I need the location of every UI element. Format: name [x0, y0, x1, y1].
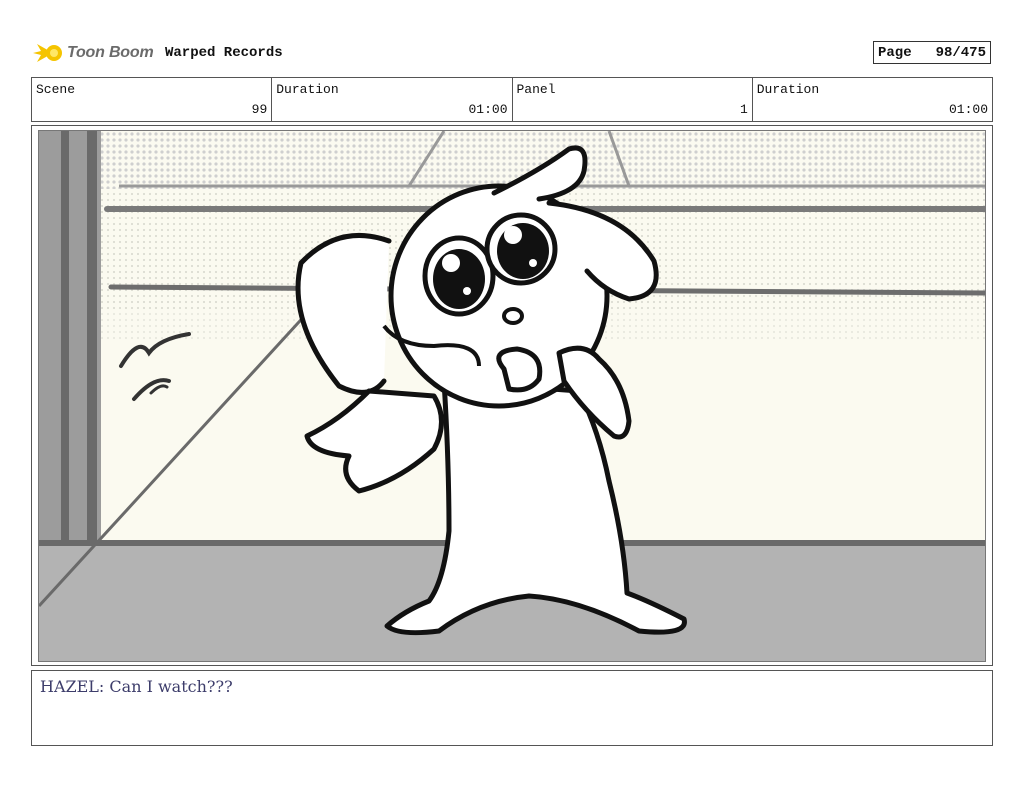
hazel-mouth	[502, 307, 524, 325]
scene-duration-value: 01:00	[468, 102, 508, 117]
project-title: Warped Records	[165, 45, 283, 61]
dialogue-box: HAZEL: Can I watch???	[31, 670, 993, 746]
panel-duration-value: 01:00	[948, 102, 988, 117]
scene-cell: Scene 99	[32, 78, 273, 121]
panel-info-table: Scene 99 Duration 01:00 Panel 1 Duration…	[31, 77, 993, 122]
panel-label: Panel	[516, 82, 556, 97]
scene-value: 99	[251, 102, 268, 117]
toon-boom-star-icon	[33, 44, 62, 62]
panel-duration-label: Duration	[756, 82, 820, 97]
page-value: 98/475	[935, 44, 986, 61]
scene-duration-cell: Duration 01:00	[272, 78, 513, 121]
panel-duration-cell: Duration 01:00	[753, 78, 992, 121]
panel-cell: Panel 1	[513, 78, 753, 121]
page-indicator: Page 98/475	[873, 41, 991, 64]
dialogue-text: HAZEL: Can I watch???	[40, 677, 233, 696]
scene-label: Scene	[36, 82, 76, 97]
storyboard-sketch	[39, 131, 985, 661]
panel-value: 1	[739, 102, 748, 117]
logo-text: Toon Boom	[67, 44, 154, 61]
storyboard-drawing	[38, 130, 986, 662]
page-label: Page	[878, 44, 912, 61]
scene-duration-label: Duration	[276, 82, 339, 97]
ceiling-shading	[39, 131, 985, 189]
toon-boom-logo: Toon Boom	[33, 38, 158, 68]
